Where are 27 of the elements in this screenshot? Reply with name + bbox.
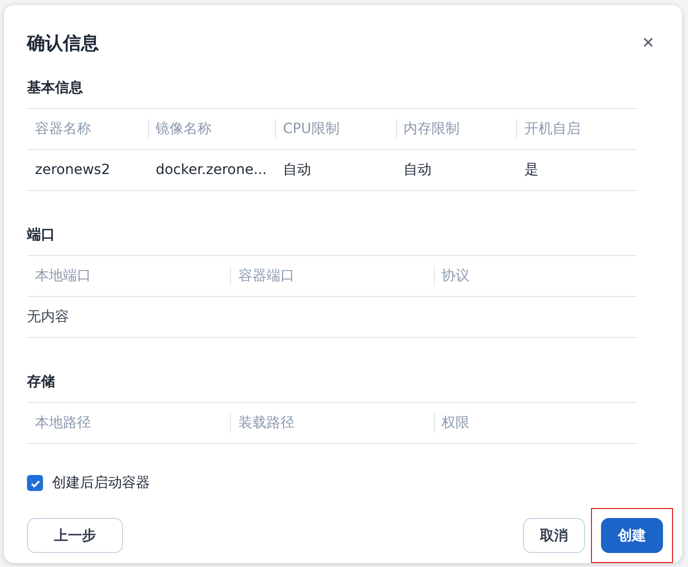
table-cell: 自动 [274, 150, 396, 191]
create-button[interactable]: 创建 [601, 518, 663, 553]
table-cell: docker.zerone... [148, 150, 275, 191]
column-header: 权限 [434, 403, 637, 444]
column-header: 容器名称 [27, 109, 148, 150]
column-header: CPU限制 [274, 109, 396, 150]
checkbox-label: 创建后启动容器 [52, 474, 150, 492]
column-header: 本地路径 [27, 403, 230, 444]
column-header: 内存限制 [396, 109, 516, 150]
column-header: 容器端口 [230, 256, 434, 297]
checkbox[interactable] [27, 475, 43, 491]
column-header: 镜像名称 [148, 109, 275, 150]
section-title: 基本信息 [27, 79, 84, 98]
column-header: 装载路径 [230, 403, 434, 444]
column-header: 开机自启 [516, 109, 637, 150]
column-header: 协议 [434, 256, 637, 297]
table-cell: 是 [516, 150, 637, 191]
close-button[interactable]: × [636, 33, 660, 53]
column-header: 本地端口 [27, 256, 230, 297]
table-cell: zeronews2 [27, 150, 148, 191]
back-button[interactable]: 上一步 [27, 518, 123, 553]
section-title: 端口 [27, 226, 56, 245]
section-title: 存储 [27, 373, 56, 392]
dialog-title: 确认信息 [27, 32, 99, 55]
empty-message: 无内容 [27, 297, 637, 338]
cancel-button[interactable]: 取消 [523, 518, 585, 553]
table-cell: 自动 [396, 150, 516, 191]
